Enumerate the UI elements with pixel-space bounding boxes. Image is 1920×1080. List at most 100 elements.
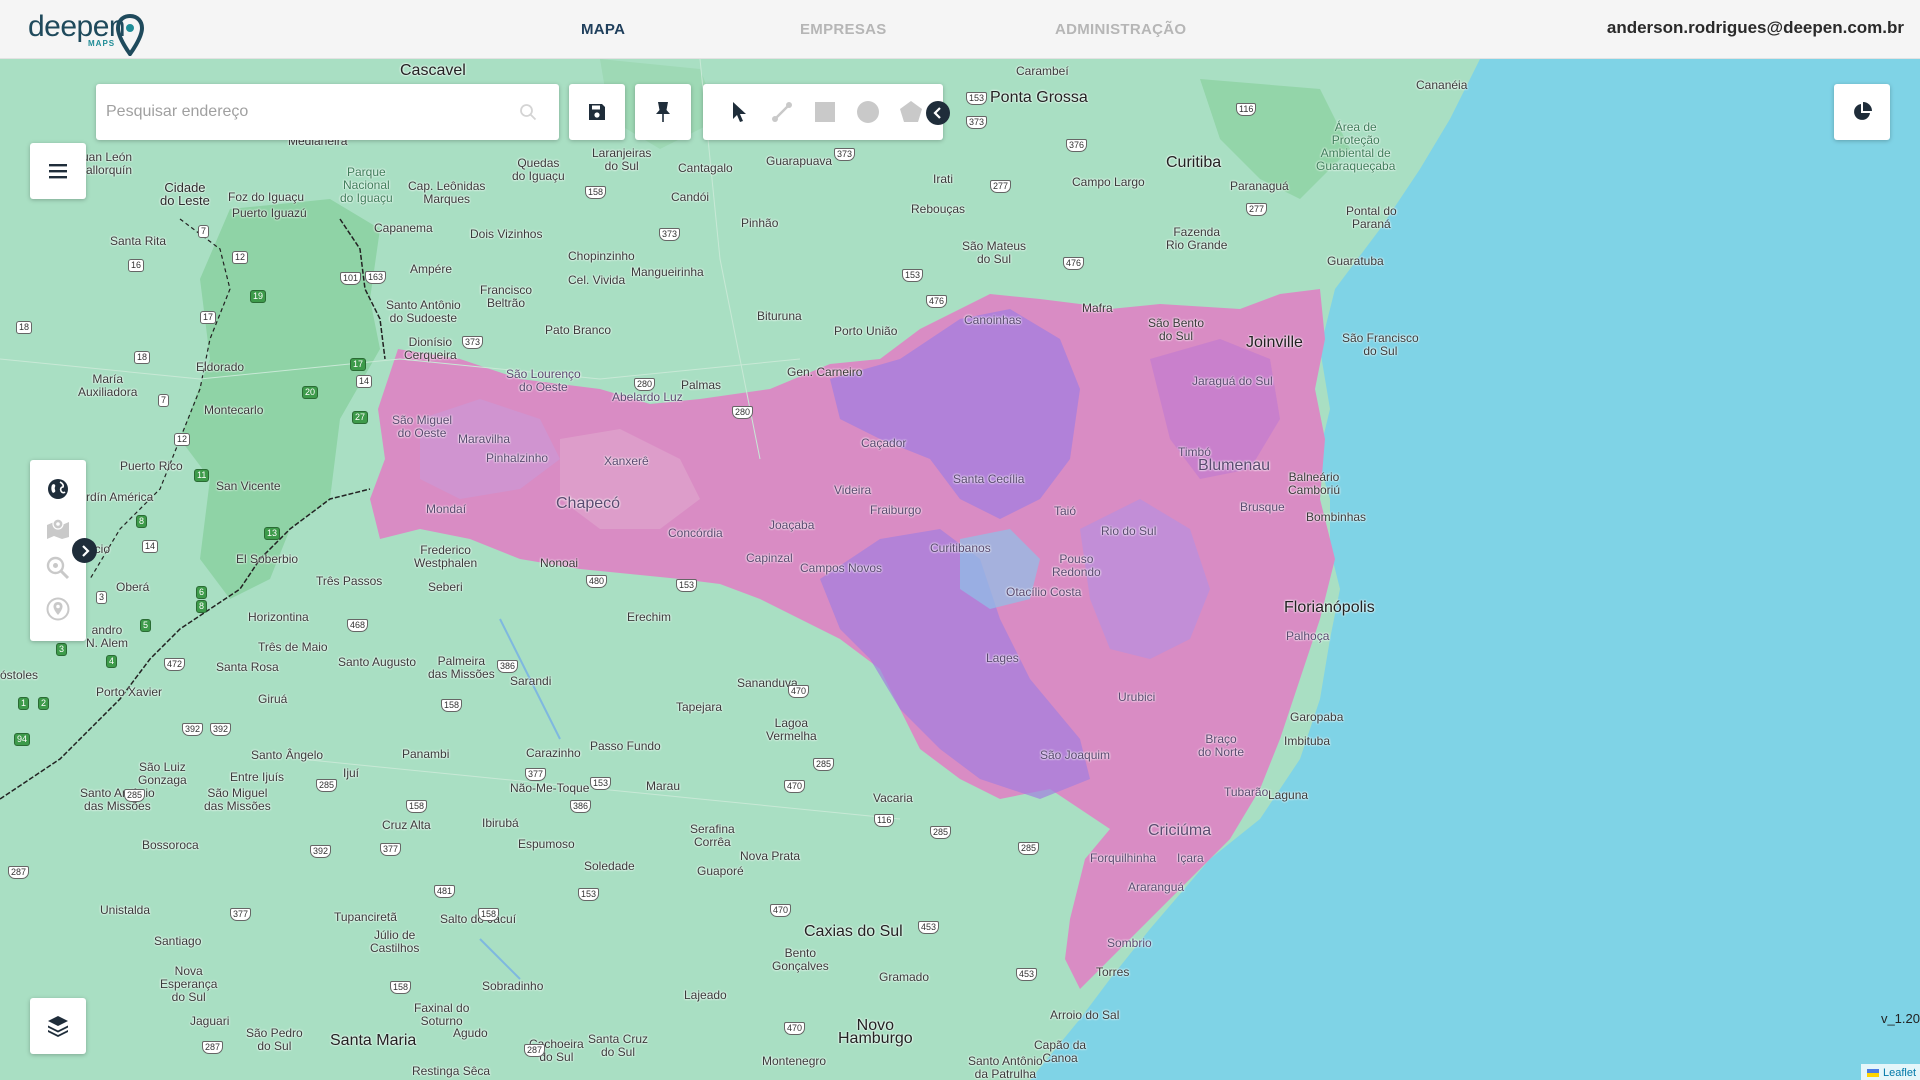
hamburger-icon [49, 164, 67, 179]
road-shield: 2 [38, 697, 50, 710]
city-label: Santa Rita [110, 234, 167, 248]
road-shield: 386 [497, 660, 519, 673]
city-label: São Pedro do Sul [246, 1026, 303, 1053]
expand-panel-button[interactable] [72, 538, 97, 563]
save-button[interactable] [569, 84, 625, 140]
logo-subtext: MAPS [88, 39, 116, 48]
road-shield: 16 [128, 259, 145, 272]
draw-toolbar [703, 84, 943, 140]
city-label: Laguna [1268, 788, 1309, 802]
city-label: Espumoso [518, 837, 575, 851]
nav-tab-mapa[interactable]: MAPA [581, 0, 625, 59]
road-shield: 153 [578, 888, 600, 901]
map-layer-tool[interactable] [46, 516, 70, 540]
city-label: Quedas do Iguaçu [512, 156, 565, 183]
city-label: Santo Antônio da Patrulha [968, 1054, 1043, 1080]
city-label: Guaporé [697, 864, 744, 878]
collapse-toolbar-button[interactable] [926, 101, 950, 125]
city-label: Faxinal do Soturno [414, 1001, 470, 1028]
city-label: Campos Novos [800, 561, 883, 575]
city-label: Fraiburgo [870, 503, 922, 517]
city-label: Jaguari [190, 1014, 230, 1028]
road-shield: 453 [1016, 968, 1038, 981]
city-label: Nova Prata [740, 849, 801, 863]
city-label: Oberá [116, 580, 150, 594]
city-label: Lagoa Vermelha [766, 716, 817, 743]
city-label: Três Passos [316, 574, 383, 588]
city-label: Curitibanos [930, 541, 991, 555]
city-label: Santa Rosa [216, 660, 279, 674]
city-label: Içara [1177, 851, 1204, 865]
zoom-search-icon [46, 556, 70, 580]
city-label: São Joaquim [1040, 748, 1111, 762]
city-label: Bombinhas [1306, 510, 1367, 524]
map-attribution[interactable]: Leaflet [1860, 1064, 1920, 1080]
city-label: Braço do Norte [1198, 732, 1245, 759]
nav-tab-empresas[interactable]: EMPRESAS [800, 0, 887, 59]
city-label: Sarandi [510, 674, 552, 688]
city-label: Soledade [584, 859, 635, 873]
city-label: Caçador [861, 436, 907, 450]
rectangle-icon [814, 102, 835, 122]
zoom-area-tool[interactable] [46, 556, 70, 580]
road-shield: 8 [136, 515, 148, 528]
city-label: São Francisco do Sul [1342, 331, 1419, 358]
pie-chart-icon [1854, 102, 1872, 120]
city-label: Montecarlo [204, 403, 264, 417]
city-label: Santo Ângelo [251, 748, 324, 762]
nav-tab-administracao[interactable]: ADMINISTRAÇÃO [1055, 0, 1186, 59]
city-label: Guarapuava [766, 154, 833, 168]
search-input[interactable] [96, 92, 496, 132]
city-label: Horizontina [248, 610, 309, 624]
road-shield: 392 [310, 845, 332, 858]
city-label: Pato Branco [545, 323, 612, 337]
top-navbar: deepen MAPS MAPA EMPRESAS ADMINISTRAÇÃO … [0, 0, 1920, 59]
city-label: Giruá [258, 692, 288, 706]
layers-button[interactable] [30, 998, 86, 1054]
road-shield: 453 [918, 921, 940, 934]
city-label: Pinhalzinho [486, 451, 549, 465]
location-tool[interactable] [46, 597, 70, 621]
city-label: Cap. Leônidas Marques [408, 179, 486, 206]
select-tool[interactable] [717, 92, 760, 132]
city-label: Santo Augusto [338, 655, 417, 669]
globe-tool[interactable] [46, 477, 70, 501]
city-label: Ibirubá [482, 816, 519, 830]
pushpin-icon [656, 102, 670, 122]
city-label: Paranaguá [1230, 179, 1289, 193]
city-label: Torres [1096, 965, 1130, 979]
leaflet-link[interactable]: Leaflet [1883, 1067, 1916, 1079]
map-location-icon [47, 518, 69, 539]
polyline-tool[interactable] [760, 92, 803, 132]
road-shield: 480 [586, 575, 608, 588]
road-shield: 6 [196, 586, 208, 599]
city-label: Cruz Alta [382, 818, 431, 832]
city-label: Puerto Iguazú [232, 206, 307, 220]
city-label: São Miguel das Missões [204, 786, 271, 813]
user-email[interactable]: anderson.rodrigues@deepen.com.br [1607, 0, 1904, 56]
pin-button[interactable] [635, 84, 691, 140]
road-shield: 27 [352, 411, 369, 424]
city-label: Palhoça [1286, 629, 1330, 643]
city-label: Palmeira das Missões [428, 654, 495, 681]
road-shield: 285 [813, 758, 835, 771]
polygon-icon [899, 101, 922, 122]
map-canvas[interactable]: Cascavel Ponta Grossa Curitiba Cidade do… [0, 59, 1920, 1080]
city-label: Pouso Redondo [1052, 552, 1101, 579]
circle-tool[interactable] [846, 92, 889, 132]
search-icon[interactable] [519, 103, 537, 121]
road-shield: 17 [200, 311, 217, 324]
city-label: rdín América [86, 490, 154, 504]
road-shield: 470 [770, 904, 792, 917]
rectangle-tool[interactable] [803, 92, 846, 132]
deepen-maps-logo[interactable]: deepen MAPS [28, 12, 144, 56]
city-label: Santo Antônio do Sudoeste [386, 298, 461, 325]
city-label: Garopaba [1290, 710, 1344, 724]
dashboard-button[interactable] [1834, 84, 1890, 140]
road-shield: 153 [966, 92, 988, 105]
save-icon [589, 104, 605, 120]
ukraine-flag-icon [1866, 1068, 1879, 1077]
city-label: Sobradinho [482, 979, 544, 993]
menu-button[interactable] [30, 143, 86, 199]
city-label: Rio do Sul [1101, 524, 1157, 538]
